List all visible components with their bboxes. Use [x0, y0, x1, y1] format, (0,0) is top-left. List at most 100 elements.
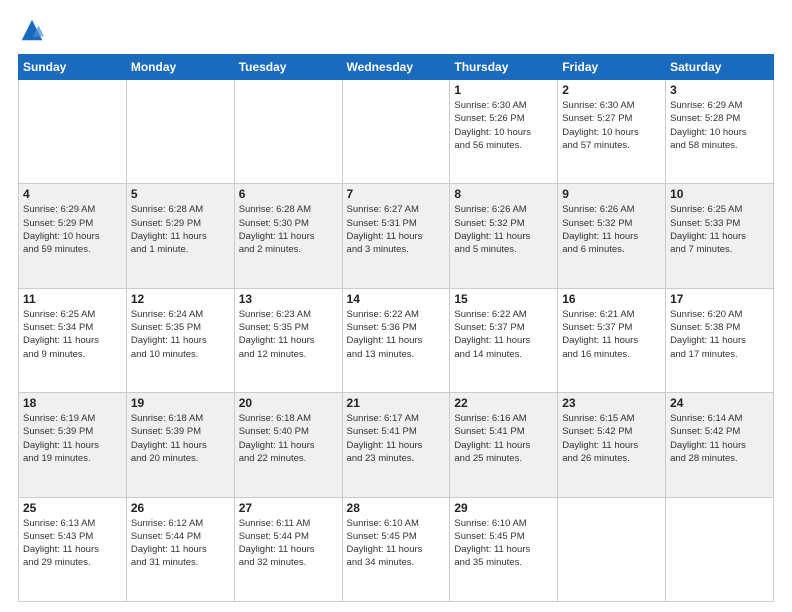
weekday-saturday: Saturday — [666, 55, 774, 80]
day-number: 26 — [131, 501, 230, 515]
day-info: Sunrise: 6:15 AM Sunset: 5:42 PM Dayligh… — [562, 412, 661, 465]
day-number: 25 — [23, 501, 122, 515]
weekday-header-row: SundayMondayTuesdayWednesdayThursdayFrid… — [19, 55, 774, 80]
calendar-cell: 4 Sunrise: 6:29 AM Sunset: 5:29 PM Daylig… — [19, 184, 127, 288]
calendar-cell: 11 Sunrise: 6:25 AM Sunset: 5:34 PM Dayli… — [19, 288, 127, 392]
day-info: Sunrise: 6:26 AM Sunset: 5:32 PM Dayligh… — [562, 203, 661, 256]
day-number: 18 — [23, 396, 122, 410]
day-info: Sunrise: 6:14 AM Sunset: 5:42 PM Dayligh… — [670, 412, 769, 465]
day-number: 6 — [239, 187, 338, 201]
calendar-cell — [558, 497, 666, 601]
calendar-cell: 20 Sunrise: 6:18 AM Sunset: 5:40 PM Dayli… — [234, 393, 342, 497]
day-number: 13 — [239, 292, 338, 306]
day-number: 7 — [347, 187, 446, 201]
header — [18, 16, 774, 44]
calendar-week-5: 25 Sunrise: 6:13 AM Sunset: 5:43 PM Dayli… — [19, 497, 774, 601]
day-info: Sunrise: 6:10 AM Sunset: 5:45 PM Dayligh… — [347, 517, 446, 570]
day-number: 16 — [562, 292, 661, 306]
logo — [18, 16, 50, 44]
day-number: 15 — [454, 292, 553, 306]
weekday-wednesday: Wednesday — [342, 55, 450, 80]
calendar-cell: 12 Sunrise: 6:24 AM Sunset: 5:35 PM Dayli… — [126, 288, 234, 392]
calendar-cell: 24Sunrise: 6:14 AM Sunset: 5:42 PM Dayli… — [666, 393, 774, 497]
day-info: Sunrise: 6:25 AM Sunset: 5:33 PM Dayligh… — [670, 203, 769, 256]
calendar-cell: 22 Sunrise: 6:16 AM Sunset: 5:41 PM Dayli… — [450, 393, 558, 497]
calendar-cell: 7Sunrise: 6:27 AM Sunset: 5:31 PM Daylig… — [342, 184, 450, 288]
day-number: 22 — [454, 396, 553, 410]
day-info: Sunrise: 6:22 AM Sunset: 5:36 PM Dayligh… — [347, 308, 446, 361]
calendar-cell: 10 Sunrise: 6:25 AM Sunset: 5:33 PM Dayli… — [666, 184, 774, 288]
day-number: 28 — [347, 501, 446, 515]
calendar-cell: 2Sunrise: 6:30 AM Sunset: 5:27 PM Daylig… — [558, 80, 666, 184]
weekday-sunday: Sunday — [19, 55, 127, 80]
day-info: Sunrise: 6:18 AM Sunset: 5:39 PM Dayligh… — [131, 412, 230, 465]
calendar-cell: 1 Sunrise: 6:30 AM Sunset: 5:26 PM Daylig… — [450, 80, 558, 184]
day-info: Sunrise: 6:10 AM Sunset: 5:45 PM Dayligh… — [454, 517, 553, 570]
weekday-monday: Monday — [126, 55, 234, 80]
day-info: Sunrise: 6:11 AM Sunset: 5:44 PM Dayligh… — [239, 517, 338, 570]
calendar-cell: 13 Sunrise: 6:23 AM Sunset: 5:35 PM Dayli… — [234, 288, 342, 392]
day-number: 27 — [239, 501, 338, 515]
calendar-table: SundayMondayTuesdayWednesdayThursdayFrid… — [18, 54, 774, 602]
day-number: 12 — [131, 292, 230, 306]
day-number: 3 — [670, 83, 769, 97]
calendar-cell — [234, 80, 342, 184]
calendar-cell: 5 Sunrise: 6:28 AM Sunset: 5:29 PM Daylig… — [126, 184, 234, 288]
calendar-cell: 26 Sunrise: 6:12 AM Sunset: 5:44 PM Dayli… — [126, 497, 234, 601]
calendar-cell: 19Sunrise: 6:18 AM Sunset: 5:39 PM Dayli… — [126, 393, 234, 497]
day-number: 8 — [454, 187, 553, 201]
day-number: 1 — [454, 83, 553, 97]
calendar-cell: 28 Sunrise: 6:10 AM Sunset: 5:45 PM Dayli… — [342, 497, 450, 601]
calendar-cell — [666, 497, 774, 601]
calendar-cell — [342, 80, 450, 184]
calendar-cell: 25 Sunrise: 6:13 AM Sunset: 5:43 PM Dayli… — [19, 497, 127, 601]
day-number: 11 — [23, 292, 122, 306]
day-info: Sunrise: 6:18 AM Sunset: 5:40 PM Dayligh… — [239, 412, 338, 465]
calendar-cell — [19, 80, 127, 184]
day-number: 21 — [347, 396, 446, 410]
day-info: Sunrise: 6:28 AM Sunset: 5:30 PM Dayligh… — [239, 203, 338, 256]
day-info: Sunrise: 6:16 AM Sunset: 5:41 PM Dayligh… — [454, 412, 553, 465]
day-info: Sunrise: 6:19 AM Sunset: 5:39 PM Dayligh… — [23, 412, 122, 465]
day-info: Sunrise: 6:30 AM Sunset: 5:27 PM Dayligh… — [562, 99, 661, 152]
calendar-week-2: 4 Sunrise: 6:29 AM Sunset: 5:29 PM Daylig… — [19, 184, 774, 288]
calendar-cell: 14Sunrise: 6:22 AM Sunset: 5:36 PM Dayli… — [342, 288, 450, 392]
calendar-cell: 27 Sunrise: 6:11 AM Sunset: 5:44 PM Dayli… — [234, 497, 342, 601]
day-number: 10 — [670, 187, 769, 201]
day-info: Sunrise: 6:13 AM Sunset: 5:43 PM Dayligh… — [23, 517, 122, 570]
day-info: Sunrise: 6:21 AM Sunset: 5:37 PM Dayligh… — [562, 308, 661, 361]
day-info: Sunrise: 6:24 AM Sunset: 5:35 PM Dayligh… — [131, 308, 230, 361]
day-number: 23 — [562, 396, 661, 410]
day-number: 9 — [562, 187, 661, 201]
day-info: Sunrise: 6:12 AM Sunset: 5:44 PM Dayligh… — [131, 517, 230, 570]
calendar-week-3: 11 Sunrise: 6:25 AM Sunset: 5:34 PM Dayli… — [19, 288, 774, 392]
day-number: 29 — [454, 501, 553, 515]
page: SundayMondayTuesdayWednesdayThursdayFrid… — [0, 0, 792, 612]
day-info: Sunrise: 6:28 AM Sunset: 5:29 PM Dayligh… — [131, 203, 230, 256]
calendar-cell: 6 Sunrise: 6:28 AM Sunset: 5:30 PM Daylig… — [234, 184, 342, 288]
day-info: Sunrise: 6:29 AM Sunset: 5:29 PM Dayligh… — [23, 203, 122, 256]
day-number: 5 — [131, 187, 230, 201]
day-info: Sunrise: 6:17 AM Sunset: 5:41 PM Dayligh… — [347, 412, 446, 465]
day-number: 4 — [23, 187, 122, 201]
calendar-cell: 18 Sunrise: 6:19 AM Sunset: 5:39 PM Dayli… — [19, 393, 127, 497]
calendar-cell — [126, 80, 234, 184]
day-info: Sunrise: 6:23 AM Sunset: 5:35 PM Dayligh… — [239, 308, 338, 361]
day-info: Sunrise: 6:22 AM Sunset: 5:37 PM Dayligh… — [454, 308, 553, 361]
day-info: Sunrise: 6:26 AM Sunset: 5:32 PM Dayligh… — [454, 203, 553, 256]
calendar-cell: 8 Sunrise: 6:26 AM Sunset: 5:32 PM Daylig… — [450, 184, 558, 288]
calendar-cell: 29 Sunrise: 6:10 AM Sunset: 5:45 PM Dayli… — [450, 497, 558, 601]
weekday-thursday: Thursday — [450, 55, 558, 80]
calendar-cell: 16 Sunrise: 6:21 AM Sunset: 5:37 PM Dayli… — [558, 288, 666, 392]
logo-icon — [18, 16, 46, 44]
calendar-cell: 23 Sunrise: 6:15 AM Sunset: 5:42 PM Dayli… — [558, 393, 666, 497]
day-info: Sunrise: 6:20 AM Sunset: 5:38 PM Dayligh… — [670, 308, 769, 361]
calendar-week-1: 1 Sunrise: 6:30 AM Sunset: 5:26 PM Daylig… — [19, 80, 774, 184]
weekday-friday: Friday — [558, 55, 666, 80]
day-info: Sunrise: 6:25 AM Sunset: 5:34 PM Dayligh… — [23, 308, 122, 361]
calendar-cell: 3Sunrise: 6:29 AM Sunset: 5:28 PM Daylig… — [666, 80, 774, 184]
weekday-tuesday: Tuesday — [234, 55, 342, 80]
day-number: 20 — [239, 396, 338, 410]
day-info: Sunrise: 6:30 AM Sunset: 5:26 PM Dayligh… — [454, 99, 553, 152]
calendar-cell: 9 Sunrise: 6:26 AM Sunset: 5:32 PM Daylig… — [558, 184, 666, 288]
